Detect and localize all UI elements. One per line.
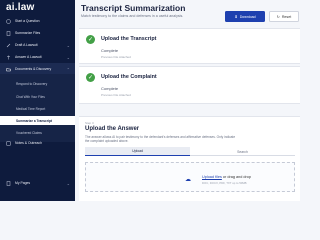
app-logo[interactable]: ai.law [6, 2, 34, 13]
file-dropzone[interactable]: ☁ Upload files or drag and drop DOC, DOC… [85, 162, 295, 192]
sidebar-item-label: Notes & Outreach [15, 141, 42, 145]
sidebar-item-draft-lawsuit[interactable]: Draft A Lawsuit ⌄ [0, 39, 75, 51]
step-title: Upload the Complaint [101, 74, 157, 80]
sidebar-subitem-medical-time-report[interactable]: Medical Time Report [0, 104, 75, 113]
download-button[interactable]: ⬇ Download [225, 11, 265, 22]
sidebar-subitem-respond-discovery[interactable]: Respond to Discovery [0, 79, 75, 88]
tab-search[interactable]: Search [190, 147, 295, 156]
step-card-complaint: ✓ Upload the Complaint Complete Previous… [79, 66, 300, 104]
step-status: Complete [101, 48, 119, 53]
pen-icon [6, 43, 11, 47]
tab-upload[interactable]: Upload [85, 147, 190, 156]
dropzone-instruction: or drag and drop [221, 175, 251, 179]
sidebar-item-notes-outreach[interactable]: Notes & Outreach [0, 137, 75, 149]
scale-icon [7, 55, 10, 59]
step-label: Step 3 [85, 121, 94, 125]
step-status: Complete [101, 86, 119, 91]
sidebar: ai.law Start a Question Summarize Files … [0, 0, 75, 201]
dropzone-text: Upload files or drag and drop [202, 175, 251, 179]
step-card-transcript: ✓ Upload the Transcript Complete Previou… [79, 28, 300, 64]
sidebar-subitem-vouchered-claims[interactable]: Vouchered Claims [0, 128, 75, 137]
chevron-down-icon: ⌄ [66, 54, 70, 60]
chevron-down-icon: ⌄ [66, 42, 70, 48]
sidebar-subitem-summarize-transcript[interactable]: Summarize a Transcript [0, 116, 75, 125]
upload-description: The answer allows AI to pair testimony t… [85, 135, 300, 144]
download-label: Download [239, 14, 256, 19]
sidebar-item-label: Summarize Files [15, 31, 41, 35]
check-icon: ✓ [86, 73, 95, 82]
sidebar-item-label: Answer A Lawsuit [15, 55, 42, 59]
reset-icon: ↻ [276, 14, 280, 19]
step-card-answer: Step 3 Upload the Answer The answer allo… [79, 116, 300, 201]
step-title: Upload the Transcript [101, 36, 157, 42]
step-note: Previous File Attached [101, 55, 131, 59]
upload-tabs: Upload Search [85, 147, 295, 156]
sidebar-item-label: My Pages [15, 181, 31, 185]
sidebar-item-label: Documents & Discovery [15, 67, 52, 71]
page-subtitle: Match testimony to the claims and defens… [81, 14, 184, 18]
page-title: Transcript Summarization [81, 3, 186, 13]
chevron-up-icon: ⌃ [66, 66, 70, 72]
pages-icon [6, 180, 11, 186]
sidebar-item-label: Start a Question [15, 19, 40, 23]
upload-files-link[interactable]: Upload files [202, 175, 222, 179]
sidebar-item-answer-lawsuit[interactable]: Answer A Lawsuit ⌄ [0, 51, 75, 63]
sidebar-item-start-question[interactable]: Start a Question [0, 15, 75, 27]
sidebar-subitem-chat-files[interactable]: Chat With Your Files [0, 92, 75, 101]
sidebar-item-my-pages[interactable]: My Pages ⌄ [0, 177, 75, 189]
reset-button[interactable]: ↻ Reset [269, 11, 299, 22]
upload-title: Upload the Answer [85, 126, 140, 132]
sidebar-item-summarize-files[interactable]: Summarize Files [0, 27, 75, 39]
reset-label: Reset [281, 14, 292, 19]
upload-cloud-icon: ☁ [185, 177, 191, 183]
notes-icon [6, 141, 11, 145]
document-icon [6, 30, 11, 36]
chevron-down-icon: ⌄ [66, 180, 70, 186]
question-icon [6, 18, 11, 24]
download-icon: ⬇ [234, 14, 238, 19]
folder-icon [6, 67, 11, 71]
dropzone-hint: DOC, DOCX, PDF, TXT up to 50MB [202, 181, 247, 185]
main-content: Transcript Summarization Match testimony… [75, 0, 300, 201]
sidebar-item-label: Draft A Lawsuit [15, 43, 38, 47]
description-line: the complaint uploaded above. [85, 139, 129, 144]
check-icon: ✓ [86, 35, 95, 44]
step-note: Previous File Attached [101, 93, 131, 97]
